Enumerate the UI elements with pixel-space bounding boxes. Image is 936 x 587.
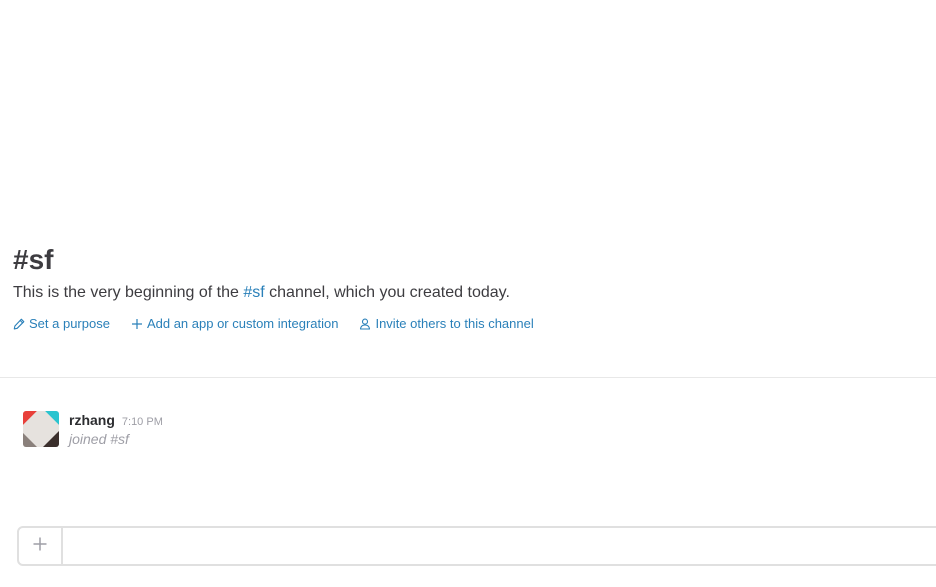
invite-others-link[interactable]: Invite others to this channel — [359, 315, 534, 333]
channel-intro-text: This is the very beginning of the #sf ch… — [13, 282, 913, 304]
message-header: rzhang 7:10 PM — [69, 411, 163, 429]
message-timestamp[interactable]: 7:10 PM — [122, 416, 163, 428]
message-body: rzhang 7:10 PM joined #sf — [69, 411, 163, 449]
message-input[interactable] — [63, 528, 913, 564]
plus-icon — [33, 537, 47, 556]
message-text: joined #sf — [69, 431, 129, 447]
channel-view: #sf This is the very beginning of the #s… — [0, 0, 936, 587]
channel-link[interactable]: #sf — [243, 284, 264, 301]
user-icon — [359, 318, 375, 330]
plus-icon — [131, 318, 147, 330]
avatar[interactable] — [23, 411, 59, 447]
add-integration-link[interactable]: Add an app or custom integration — [131, 315, 339, 333]
invite-others-label: Invite others to this channel — [375, 316, 534, 331]
message: rzhang 7:10 PM joined #sf — [23, 411, 903, 451]
message-author[interactable]: rzhang — [69, 411, 115, 429]
pencil-icon — [13, 318, 29, 330]
intro-actions: Set a purpose Add an app or custom integ… — [13, 315, 913, 333]
intro-text-before: This is the very beginning of the — [13, 284, 244, 301]
channel-intro: #sf This is the very beginning of the #s… — [13, 242, 913, 333]
message-composer — [17, 526, 936, 566]
intro-text-after: channel, which you created today. — [264, 284, 510, 301]
divider — [0, 377, 936, 378]
add-integration-label: Add an app or custom integration — [146, 316, 339, 331]
set-purpose-link[interactable]: Set a purpose — [13, 315, 110, 333]
composer-plus-button[interactable] — [19, 528, 63, 564]
channel-title: #sf — [13, 244, 54, 275]
set-purpose-label: Set a purpose — [29, 316, 110, 331]
